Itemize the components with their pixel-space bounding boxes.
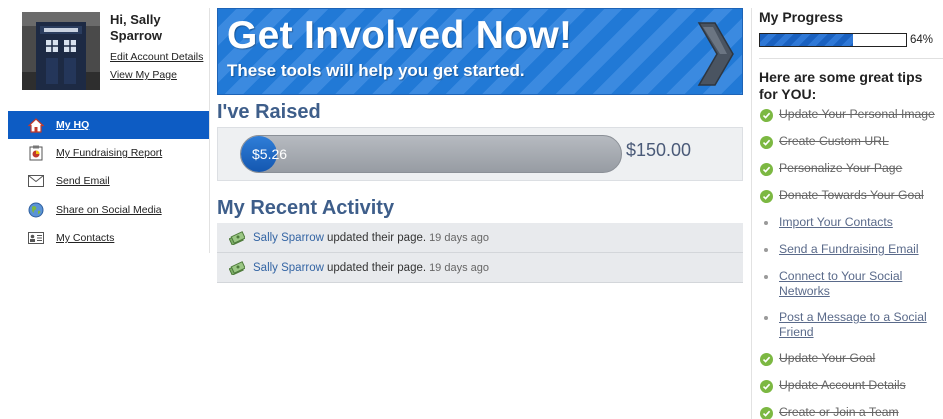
globe-icon <box>26 202 46 218</box>
sidebar-item-share-social[interactable]: Share on Social Media <box>8 196 209 224</box>
left-sidebar: Hi, Sally Sparrow Edit Account Details V… <box>0 0 210 419</box>
tip-label: Update Your Goal <box>779 351 876 365</box>
tip-label: Create Custom URL <box>779 134 889 148</box>
tip-label: Post a Message to a Social Friend <box>779 310 927 339</box>
activity-action: updated their page. <box>326 231 427 244</box>
tip-item[interactable]: Import Your Contacts <box>759 215 943 230</box>
banner-title: Get Involved Now! <box>227 14 573 57</box>
home-icon <box>26 117 46 133</box>
tip-item[interactable]: Update Your Personal Image <box>759 107 943 122</box>
tip-label: Donate Towards Your Goal <box>779 188 924 202</box>
chevron-right-icon <box>693 19 737 89</box>
tip-item[interactable]: Update Your Goal <box>759 351 943 366</box>
tip-label: Create or Join a Team <box>779 405 899 419</box>
bullet-icon <box>759 311 773 325</box>
view-page-link[interactable]: View My Page <box>110 69 177 81</box>
tip-label: Import Your Contacts <box>779 215 893 229</box>
check-icon <box>759 352 773 366</box>
raised-amount: $5.26 <box>252 146 288 162</box>
get-involved-banner[interactable]: Get Involved Now! These tools will help … <box>217 8 743 95</box>
activity-action: updated their page. <box>326 261 427 274</box>
bullet-icon <box>759 243 773 257</box>
sidebar-item-send-email[interactable]: Send Email <box>8 167 209 195</box>
avatar <box>22 12 100 90</box>
tip-item[interactable]: Update Account Details <box>759 378 943 393</box>
sidebar-item-label: Send Email <box>56 175 110 188</box>
recent-activity-title: My Recent Activity <box>217 197 395 219</box>
activity-time: 19 days ago <box>429 231 489 244</box>
sidebar-item-fundraising-report[interactable]: My Fundraising Report <box>8 139 209 167</box>
banner-subtitle: These tools will help you get started. <box>227 61 525 80</box>
money-icon <box>228 230 246 246</box>
activity-list: Sally Sparrow updated their page. 19 day… <box>217 223 743 283</box>
bullet-icon <box>759 216 773 230</box>
activity-row: Sally Sparrow updated their page. 19 day… <box>217 223 743 253</box>
sidebar-nav: My HQ My Fundraising Report Send Email S… <box>8 111 209 252</box>
divider <box>759 58 943 59</box>
tips-title: Here are some great tips for YOU: <box>759 69 923 102</box>
sidebar-item-my-hq[interactable]: My HQ <box>8 111 209 139</box>
activity-row: Sally Sparrow updated their page. 19 day… <box>217 253 743 283</box>
envelope-icon <box>26 173 46 189</box>
check-icon <box>759 162 773 176</box>
activity-time: 19 days ago <box>429 261 489 274</box>
check-icon <box>759 135 773 149</box>
raised-panel: $5.26 $150.00 <box>217 127 743 181</box>
check-icon <box>759 406 773 419</box>
tip-item[interactable]: Send a Fundraising Email <box>759 242 943 257</box>
tip-label: Send a Fundraising Email <box>779 242 919 256</box>
raised-title: I've Raised <box>217 101 321 123</box>
tip-item[interactable]: Post a Message to a Social Friend <box>759 310 943 340</box>
activity-user-link[interactable]: Sally Sparrow <box>253 262 324 274</box>
activity-user-link[interactable]: Sally Sparrow <box>253 232 324 244</box>
raised-progress-track: $5.26 <box>240 135 622 173</box>
main-content: Get Involved Now! These tools will help … <box>217 8 743 283</box>
tip-item[interactable]: Personalize Your Page <box>759 161 943 176</box>
tip-label: Update Your Personal Image <box>779 107 935 121</box>
edit-account-link[interactable]: Edit Account Details <box>110 51 203 63</box>
progress-percent: 64% <box>910 34 934 46</box>
progress-fill <box>760 34 854 46</box>
tip-label: Update Account Details <box>779 378 906 392</box>
check-icon <box>759 108 773 122</box>
column-divider <box>751 8 752 419</box>
column-divider <box>209 8 210 253</box>
right-sidebar: My Progress 64% Here are some great tips… <box>751 0 943 419</box>
profile-summary: Hi, Sally Sparrow Edit Account Details V… <box>22 12 207 92</box>
progress-title: My Progress <box>759 9 844 25</box>
raised-goal: $150.00 <box>626 140 692 160</box>
sidebar-item-label: My Contacts <box>56 232 115 245</box>
contacts-card-icon <box>26 230 46 246</box>
bullet-icon <box>759 270 773 284</box>
tip-label: Connect to Your Social Networks <box>779 269 903 298</box>
sidebar-item-label: Share on Social Media <box>56 203 162 216</box>
user-greeting: Hi, Sally Sparrow <box>110 12 163 43</box>
tip-item[interactable]: Create Custom URL <box>759 134 943 149</box>
report-icon <box>26 145 46 161</box>
money-icon <box>228 260 246 276</box>
sidebar-item-contacts[interactable]: My Contacts <box>8 224 209 252</box>
tip-item[interactable]: Connect to Your Social Networks <box>759 269 943 299</box>
check-icon <box>759 189 773 203</box>
tip-label: Personalize Your Page <box>779 161 903 175</box>
tip-item[interactable]: Donate Towards Your Goal <box>759 188 943 203</box>
sidebar-item-label: My HQ <box>56 119 90 131</box>
progress-bar <box>759 33 907 47</box>
tip-item[interactable]: Create or Join a Team <box>759 405 943 419</box>
sidebar-item-label: My Fundraising Report <box>56 147 163 160</box>
check-icon <box>759 379 773 393</box>
